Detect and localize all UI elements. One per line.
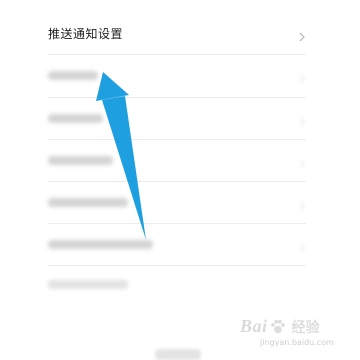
watermark: Bai 经验 jingyan.baidu.com bbox=[240, 316, 352, 356]
watermark-brand: Bai 经验 bbox=[240, 316, 352, 337]
push-notification-settings-label: 推送通知设置 bbox=[48, 27, 124, 41]
blurred-bottom-button[interactable] bbox=[155, 349, 201, 360]
chevron-right-icon bbox=[296, 239, 308, 252]
paw-icon bbox=[270, 319, 286, 335]
blurred-settings-item[interactable] bbox=[48, 181, 308, 224]
watermark-brand-text: Bai bbox=[240, 316, 268, 336]
watermark-brand-suffix: 经验 bbox=[291, 319, 320, 336]
chevron-right-icon bbox=[296, 28, 308, 41]
blurred-settings-item[interactable] bbox=[48, 54, 308, 97]
chevron-right-icon bbox=[296, 113, 308, 126]
chevron-right-icon bbox=[296, 70, 308, 83]
blurred-label bbox=[48, 279, 128, 289]
blurred-settings-item[interactable] bbox=[48, 223, 308, 266]
blurred-label bbox=[48, 240, 153, 249]
blurred-label bbox=[48, 198, 128, 207]
blurred-settings-item[interactable] bbox=[48, 139, 308, 182]
blurred-settings-item[interactable] bbox=[48, 97, 308, 140]
push-notification-settings-item[interactable]: 推送通知设置 bbox=[48, 12, 308, 55]
blurred-footnote bbox=[48, 265, 308, 303]
blurred-label bbox=[48, 114, 103, 123]
chevron-right-icon bbox=[296, 155, 308, 168]
blurred-label bbox=[48, 156, 113, 165]
chevron-right-icon bbox=[296, 197, 308, 210]
watermark-url: jingyan.baidu.com bbox=[260, 338, 334, 347]
blurred-label bbox=[48, 71, 98, 80]
